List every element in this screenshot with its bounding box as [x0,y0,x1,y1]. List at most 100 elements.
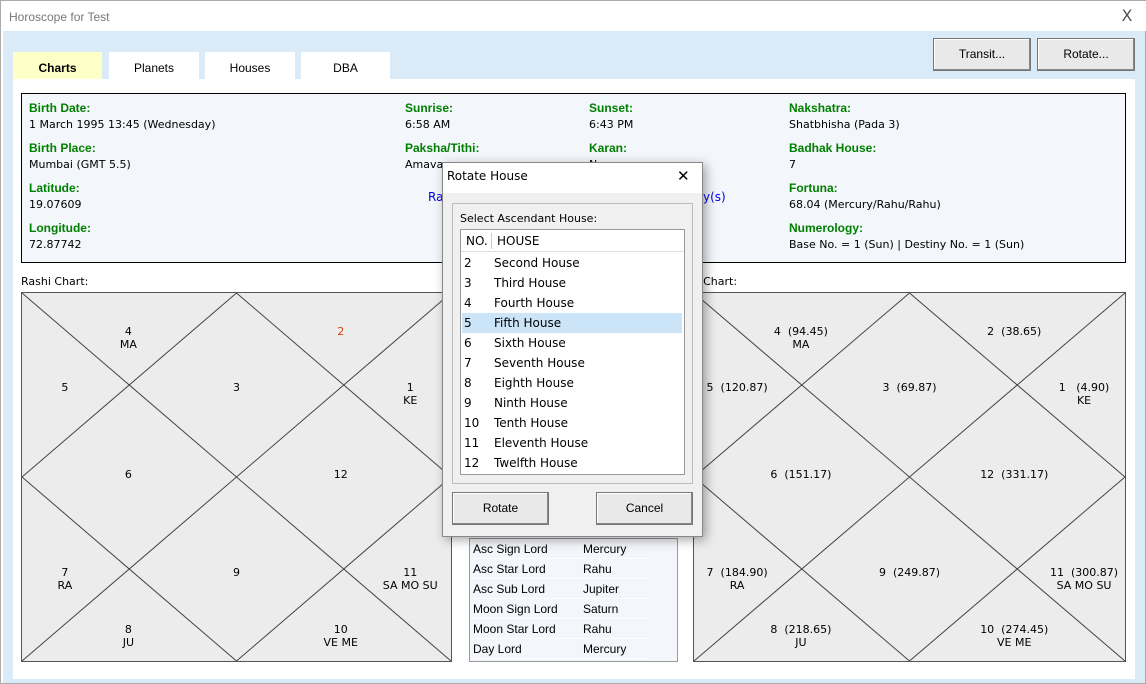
house-list-item[interactable]: 12 Twelfth House [462,453,682,473]
column-no[interactable]: NO. [466,230,488,252]
house-2[interactable]: 2 (38.65) [987,325,1041,338]
house-no: 6 [464,336,472,350]
house-list-item[interactable]: 10 Tenth House [462,413,682,433]
info-label: Longitude: [29,221,91,235]
house-name: Seventh House [494,356,585,370]
house-no: 2 [464,256,472,270]
house-3[interactable]: 3 (69.87) [882,381,936,394]
lord-value: Saturn [583,602,619,616]
house-list-item[interactable]: 6 Sixth House [462,333,682,353]
close-icon[interactable]: X [1117,6,1137,26]
house-name: Tenth House [494,416,569,430]
group-label: Select Ascendant House: [460,212,598,225]
info-label: Birth Date: [29,101,91,115]
house-no: 4 [464,296,472,310]
house-list-item[interactable]: 11 Eleventh House [462,433,682,453]
house-3[interactable]: 3 [233,381,240,394]
house-list-item[interactable]: 7 Seventh House [462,353,682,373]
dialog-title-bar: Rotate House ✕ [443,163,702,193]
house-no: 3 [464,276,472,290]
lord-row: Moon Sign Lord Saturn [473,599,648,619]
house-9[interactable]: 9 [233,566,240,579]
house-12[interactable]: 12 [334,468,348,481]
house-name: Eighth House [494,376,574,390]
info-value: 1 March 1995 13:45 (Wednesday) [29,118,216,131]
house-4[interactable]: 4 (94.45) MA [774,325,828,351]
house-list-item[interactable]: 8 Eighth House [462,373,682,393]
info-value: 7 [789,158,796,171]
info-label: Birth Place: [29,141,96,155]
dialog-cancel-button[interactable]: Cancel [596,492,693,525]
house-12[interactable]: 12 (331.17) [980,468,1048,481]
lord-value: Rahu [583,622,612,636]
house-1[interactable]: 1 KE [403,381,417,407]
lord-value: Mercury [583,542,627,556]
house-11[interactable]: 11 (300.87) SA MO SU [1050,566,1118,592]
rashi-chart-label: Rashi Chart: [21,275,89,288]
lord-name: Asc Star Lord [473,562,546,576]
house-7[interactable]: 7 RA [58,566,73,592]
info-label: Badhak House: [789,141,877,155]
house-6[interactable]: 6 (151.17) [770,468,831,481]
house-list-item[interactable]: 4 Fourth House [462,293,682,313]
rotate-house-dialog: Rotate House ✕ Select Ascendant House: N… [442,162,703,537]
lord-row: Asc Sign Lord Mercury [473,539,648,559]
house-10[interactable]: 10 (274.45) VE ME [980,623,1048,649]
house-1[interactable]: 1 (4.90) KE [1059,381,1110,407]
info-value: 68.04 (Mercury/Rahu/Rahu) [789,198,941,211]
lord-row: Day Lord Mercury [473,639,648,659]
house-name: Sixth House [494,336,566,350]
lord-value: Jupiter [583,582,620,596]
transit-button[interactable]: Transit... [933,38,1031,71]
house-2[interactable]: 2 [337,325,344,338]
house-10[interactable]: 10 VE ME [324,623,358,649]
column-house[interactable]: HOUSE [497,230,539,252]
dialog-title: Rotate House [447,169,528,183]
house-list[interactable]: NO. HOUSE 2 Second House 3 Third House 4 Four… [460,229,685,475]
house-9[interactable]: 9 (249.87) [879,566,940,579]
title-bar: Horoscope for Test X [1,1,1146,31]
house-name: Twelfth House [494,456,578,470]
info-value: Base No. = 1 (Sun) | Destiny No. = 1 (Su… [789,238,1025,251]
info-value: Mumbai (GMT 5.5) [29,158,131,171]
house-no: 7 [464,356,472,370]
house-no: 10 [464,416,480,430]
lord-name: Asc Sub Lord [473,582,546,596]
lord-value: Mercury [583,642,627,656]
house-no: 9 [464,396,472,410]
info-label: Karan: [589,141,628,155]
info-value: Shatbhisha (Pada 3) [789,118,900,131]
house-6[interactable]: 6 [125,468,132,481]
info-label: Paksha/Tithi: [405,141,480,155]
info-value: 72.87742 [29,238,82,251]
house-list-item[interactable]: 3 Third House [462,273,682,293]
rotate-button[interactable]: Rotate... [1037,38,1135,71]
house-list-item[interactable]: 9 Ninth House [462,393,682,413]
house-name: Third House [494,276,567,290]
lord-name: Day Lord [473,642,522,656]
house-name: Eleventh House [494,436,589,450]
kp-chart: 1 (4.90) KE 2 (38.65) 3 (69.87) 4 (94.45) M… [693,292,1126,662]
info-value: 19.07609 [29,198,82,211]
house-list-item[interactable]: 2 Second House [462,253,682,273]
close-icon[interactable]: ✕ [677,167,690,185]
house-list-item[interactable]: 5 Fifth House [462,313,682,333]
lords-table: Asc Sign Lord Mercury Asc Star Lord Rahu Asc… [469,538,678,662]
house-5[interactable]: 5 (120.87) [707,381,768,394]
lord-name: Asc Sign Lord [473,542,548,556]
house-name: Ninth House [494,396,568,410]
link-fragment[interactable]: y(s) [703,190,726,204]
dialog-rotate-button[interactable]: Rotate [452,492,549,525]
house-11[interactable]: 11 SA MO SU [383,566,438,592]
info-label: Latitude: [29,181,80,195]
info-label: Numerology: [789,221,864,235]
house-7[interactable]: 7 (184.90) RA [707,566,768,592]
info-label: Sunrise: [405,101,454,115]
lord-row: Asc Star Lord Rahu [473,559,648,579]
house-4[interactable]: 4 MA [120,325,137,351]
horoscope-window: Horoscope for Test X Charts Planets Hous… [0,0,1146,684]
house-name: Fifth House [494,316,562,330]
house-5[interactable]: 5 [61,381,68,394]
house-8[interactable]: 8 (218.65) JU [770,623,831,649]
house-8[interactable]: 8 JU [123,623,134,649]
